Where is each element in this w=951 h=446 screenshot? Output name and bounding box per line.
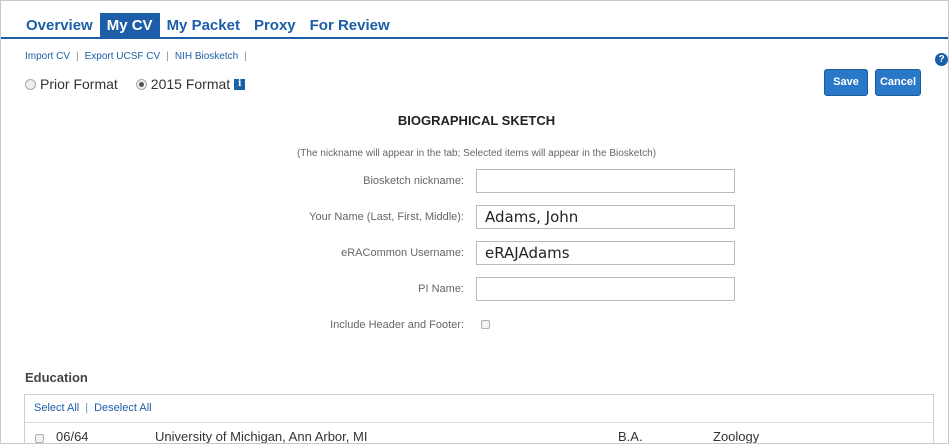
save-button[interactable]: Save (824, 69, 868, 96)
tab-proxy[interactable]: Proxy (247, 13, 303, 37)
nickname-label: Biosketch nickname: (363, 175, 464, 187)
name-label: Your Name (Last, First, Middle): (309, 211, 464, 223)
pi-name-label: PI Name: (418, 283, 464, 295)
deselect-all-link[interactable]: Deselect All (94, 402, 151, 414)
header-footer-row: Include Header and Footer: (1, 313, 948, 337)
tab-for-review[interactable]: For Review (303, 13, 397, 37)
education-selection-links: Select All | Deselect All (34, 402, 152, 414)
divider: | (85, 402, 89, 414)
prior-format-radio[interactable] (25, 78, 36, 90)
era-username-input[interactable]: eRAJAdams (476, 241, 735, 265)
tab-overview[interactable]: Overview (19, 13, 100, 37)
divider: | (76, 51, 79, 62)
cv-sublinks: Import CV | Export UCSF CV | NIH Biosket… (25, 51, 253, 62)
prior-format-label: Prior Format (40, 76, 118, 92)
nih-biosketch-link[interactable]: NIH Biosketch (175, 51, 238, 62)
divider: | (244, 51, 247, 62)
pi-row: PI Name: (1, 277, 948, 301)
format-option-2015[interactable]: 2015 Format i (135, 76, 246, 92)
divider: | (166, 51, 169, 62)
cv-window: Overview My CV My Packet Proxy For Revie… (0, 0, 949, 444)
section-title: BIOGRAPHICAL SKETCH (397, 113, 556, 128)
education-date: 06/64 (56, 429, 89, 444)
divider (25, 422, 933, 423)
nickname-row: Biosketch nickname: (1, 169, 948, 193)
select-all-link[interactable]: Select All (34, 402, 79, 414)
tab-underline (1, 37, 948, 39)
education-row-checkbox[interactable] (35, 434, 44, 443)
education-degree: B.A. (618, 429, 643, 444)
cancel-button[interactable]: Cancel (875, 69, 921, 96)
tab-my-packet[interactable]: My Packet (160, 13, 247, 37)
format-selector: Prior Format 2015 Format i (25, 76, 263, 92)
info-icon[interactable]: i (234, 78, 246, 90)
tab-my-cv[interactable]: My CV (99, 13, 160, 37)
education-panel: Select All | Deselect All 06/64 Universi… (24, 394, 934, 444)
education-row: 06/64 University of Michigan, Ann Arbor,… (25, 424, 933, 444)
header-footer-label: Include Header and Footer: (330, 319, 464, 331)
format-2015-label: 2015 Format (150, 76, 231, 92)
education-institution: University of Michigan, Ann Arbor, MI (155, 429, 368, 444)
header-footer-checkbox[interactable] (481, 320, 490, 329)
help-icon[interactable]: ? (935, 53, 948, 66)
import-cv-link[interactable]: Import CV (25, 51, 70, 62)
education-heading: Education (25, 370, 88, 385)
name-row: Your Name (Last, First, Middle): Adams, … (1, 205, 948, 229)
main-tabs: Overview My CV My Packet Proxy For Revie… (19, 13, 397, 37)
format-2015-radio[interactable] (135, 78, 147, 90)
era-row: eRACommon Username: eRAJAdams (1, 241, 948, 265)
export-ucsf-cv-link[interactable]: Export UCSF CV (85, 51, 161, 62)
instruction-note: (The nickname will appear in the tab; Se… (296, 148, 657, 159)
name-input[interactable]: Adams, John (476, 205, 735, 229)
era-label: eRACommon Username: (341, 247, 464, 259)
education-field: Zoology (713, 429, 760, 444)
pi-name-input[interactable] (476, 277, 735, 301)
nickname-input[interactable] (476, 169, 735, 193)
format-option-prior[interactable]: Prior Format (25, 76, 118, 92)
